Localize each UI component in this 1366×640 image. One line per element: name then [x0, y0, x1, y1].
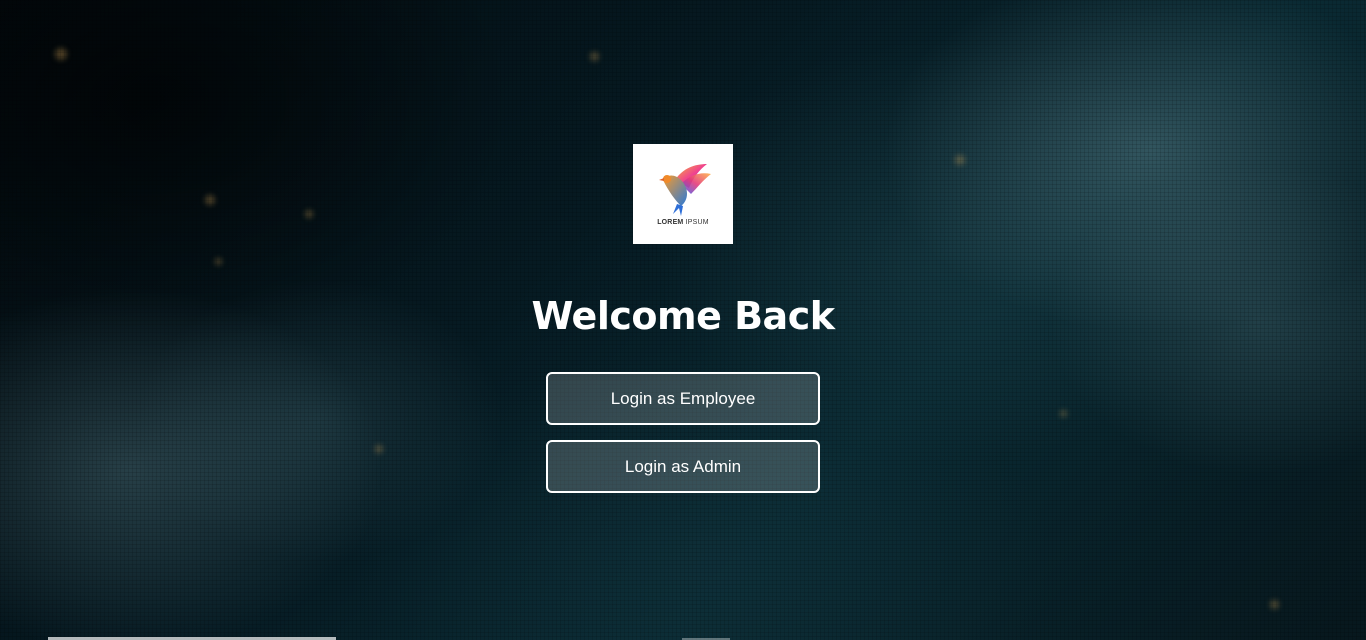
login-panel: LOREM IPSUM Welcome Back Login as Employ… [0, 0, 1366, 640]
company-logo: LOREM IPSUM [633, 144, 733, 244]
login-admin-button[interactable]: Login as Admin [546, 440, 820, 493]
logo-text: LOREM IPSUM [657, 219, 709, 226]
bird-logo-icon [659, 164, 711, 216]
page-title: Welcome Back [531, 294, 836, 338]
login-employee-button[interactable]: Login as Employee [546, 372, 820, 425]
